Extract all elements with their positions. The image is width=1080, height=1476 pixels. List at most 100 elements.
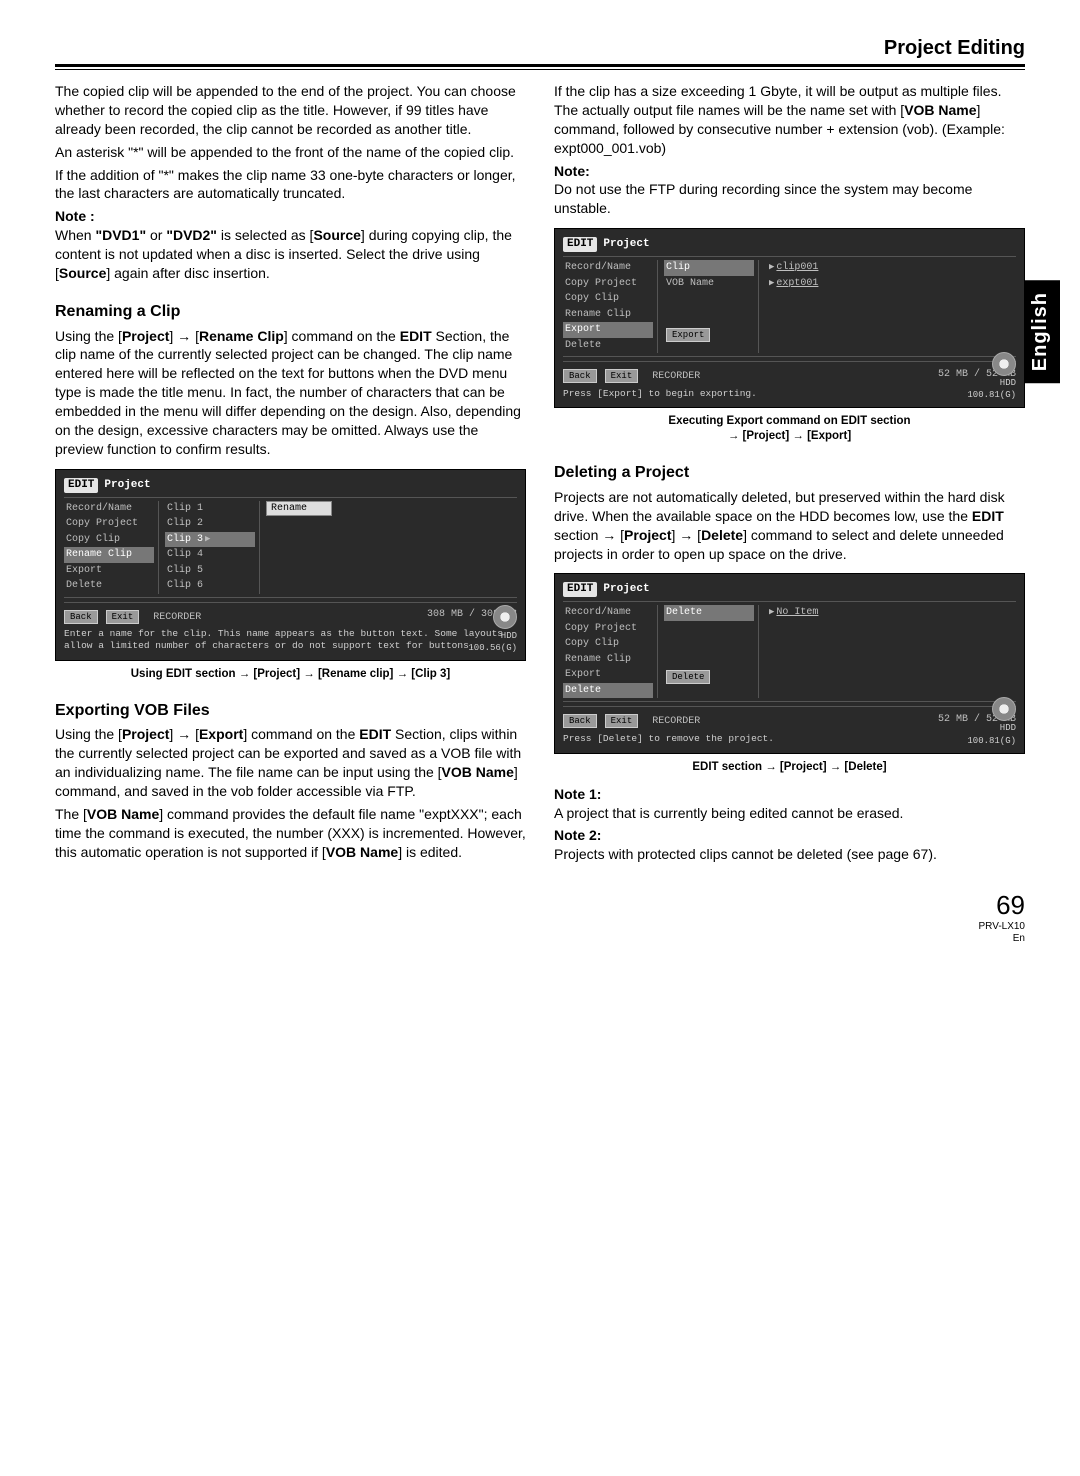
t: Project: [122, 328, 169, 344]
rename-screenshot: EDITProject Record/Name Copy Project Cop…: [55, 469, 526, 661]
menu-item: Clip 2: [165, 516, 255, 532]
t: EDIT: [400, 328, 432, 344]
value: No Item: [776, 607, 818, 618]
menu-mid: Clip 1 Clip 2 Clip 3▶ Clip 4 Clip 5 Clip…: [165, 501, 260, 594]
content-columns: The copied clip will be appended to the …: [55, 82, 1025, 868]
menu-item: Record/Name: [563, 260, 653, 276]
header-rule: [55, 69, 1025, 70]
menu-item: Rename Clip: [64, 547, 154, 563]
menu-item: Clip 6: [165, 578, 255, 594]
bold-text: Source: [313, 227, 360, 243]
t: HDD: [967, 377, 1016, 389]
body-text: Using the [Project] → [Export] command o…: [55, 725, 526, 801]
menu-item: Delete: [664, 605, 754, 621]
body-text: Do not use the FTP during recording sinc…: [554, 181, 972, 216]
recorder-label: RECORDER: [652, 371, 700, 382]
screen-title: Project: [603, 238, 649, 250]
note: Note : When "DVD1" or "DVD2" is selected…: [55, 207, 526, 283]
body-text: is selected as [: [217, 227, 314, 243]
t: 100.81(G): [967, 735, 1016, 747]
menu-item: Copy Project: [563, 276, 653, 292]
body-text: Using the [Project] → [Rename Clip] comm…: [55, 327, 526, 459]
export-button: Export: [666, 328, 710, 342]
status-message: Press [Export] to begin exporting.: [563, 388, 1016, 400]
menu-item: Rename Clip: [563, 307, 653, 323]
menu-item: Clip 3▶: [165, 532, 255, 548]
menu-item: Export: [64, 563, 154, 579]
note-label: Note :: [55, 208, 95, 224]
status-message: Press [Delete] to remove the project.: [563, 733, 1016, 745]
page-number: 69: [55, 890, 1025, 921]
menu-item: Copy Project: [64, 516, 154, 532]
page-header: Project Editing: [55, 35, 1025, 67]
menu-item: Delete: [64, 578, 154, 594]
t: ] → [: [169, 328, 199, 344]
t: Project: [122, 726, 169, 742]
menu-item: Export: [563, 322, 653, 338]
recorder-label: RECORDER: [153, 612, 201, 623]
menu-item: Clip: [664, 260, 754, 276]
body-text: Projects are not automatically deleted, …: [554, 488, 1025, 564]
menu-right: Rename: [266, 501, 517, 594]
t: ] → [: [169, 726, 199, 742]
t: Rename Clip: [199, 328, 284, 344]
t: VOB Name: [87, 806, 159, 822]
t: Executing Export command on EDIT section: [668, 415, 910, 427]
language-tab: English: [1021, 280, 1060, 383]
t: Using the [: [55, 328, 122, 344]
status-message: Enter a name for the clip. This name app…: [64, 628, 517, 652]
t: ] command on the: [284, 328, 400, 344]
heading-delete: Deleting a Project: [554, 462, 1025, 484]
back-button: Back: [64, 610, 98, 624]
menu-right: ▶clip001 ▶expt001: [765, 260, 1016, 353]
body-text: The [VOB Name] command provides the defa…: [55, 805, 526, 862]
page-footer: 69 PRV-LX10 En: [55, 890, 1025, 945]
t: VOB Name: [442, 764, 514, 780]
edit-badge: EDIT: [563, 237, 597, 252]
menu-left: Record/Name Copy Project Copy Clip Renam…: [563, 605, 658, 698]
body-text: A project that is currently being edited…: [554, 805, 903, 821]
delete-screenshot: EDITProject Record/Name Copy Project Cop…: [554, 573, 1025, 753]
t: EDIT: [359, 726, 391, 742]
menu-item: VOB Name: [664, 276, 754, 292]
menu-item: Copy Clip: [563, 636, 653, 652]
exit-button: Exit: [605, 369, 639, 383]
hdd-indicator: HDD 100.81(G): [967, 697, 1016, 746]
t: section → [: [554, 527, 624, 543]
triangle-icon: ▶: [203, 534, 212, 544]
t: HDD: [468, 630, 517, 642]
t: HDD: [967, 722, 1016, 734]
menu-item: Export: [563, 667, 653, 683]
note-label: Note:: [554, 163, 590, 179]
menu-item: Copy Project: [563, 621, 653, 637]
screen-title: Project: [104, 479, 150, 491]
menu-mid: Clip VOB Name Export: [664, 260, 759, 353]
caption: EDIT section → [Project] → [Delete]: [554, 760, 1025, 775]
back-button: Back: [563, 369, 597, 383]
t: Export: [199, 726, 243, 742]
t: VOB Name: [904, 102, 976, 118]
heading-rename: Renaming a Clip: [55, 301, 526, 323]
t: 100.56(G): [468, 642, 517, 654]
t: Section, the clip name of the currently …: [55, 328, 521, 457]
triangle-icon: ▶: [767, 262, 776, 272]
body-text: When: [55, 227, 95, 243]
body-text: or: [146, 227, 166, 243]
exit-button: Exit: [106, 610, 140, 624]
hdd-indicator: HDD 100.81(G): [967, 352, 1016, 401]
t: Using the [: [55, 726, 122, 742]
body-text: If the addition of "*" makes the clip na…: [55, 166, 526, 204]
note-label: Note 2:: [554, 827, 601, 843]
t: Delete: [701, 527, 743, 543]
menu-item: Clip 1: [165, 501, 255, 517]
menu-right: ▶No Item: [765, 605, 1016, 698]
t: → [Project] → [Export]: [728, 430, 851, 442]
exit-button: Exit: [605, 714, 639, 728]
export-screenshot: EDITProject Record/Name Copy Project Cop…: [554, 228, 1025, 408]
model-label: PRV-LX10: [55, 921, 1025, 933]
edit-badge: EDIT: [64, 478, 98, 493]
right-column: If the clip has a size exceeding 1 Gbyte…: [554, 82, 1025, 868]
caption: Executing Export command on EDIT section…: [554, 414, 1025, 444]
menu-item: Delete: [563, 683, 653, 699]
disc-icon: [493, 605, 517, 629]
